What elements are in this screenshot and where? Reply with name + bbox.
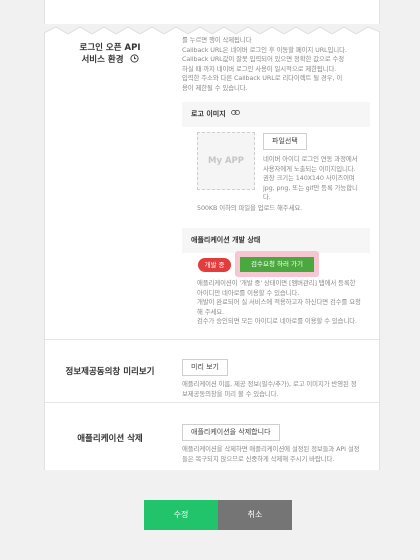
logo-section-header: 로고 이미지 — [182, 102, 370, 127]
delete-label: 애플리케이션 삭제 — [77, 434, 143, 444]
review-request-button[interactable]: 검수요청 하러 가기 — [240, 257, 314, 272]
login-api-label: 로그인 오픈 API 서비스 환경 — [79, 43, 141, 65]
status-section-header: 애플리케이션 개발 상태 — [182, 228, 370, 253]
torn-edge — [44, 24, 380, 35]
preview-body: 미리 보기 애플리케이션 이름, 제공 정보(필수/추가), 로고 이미지가 반… — [182, 354, 370, 399]
logo-size-limit: 500KB 이하의 파일을 업로드 해주세요. — [197, 204, 303, 212]
delete-row: 애플리케이션 삭제 애플리케이션을 삭제합니다 애플리케이션을 삭제하면 애플리… — [45, 402, 379, 470]
preview-description: 애플리케이션 이름, 제공 정보(필수/추가), 로고 이미지가 반영된 정 보… — [182, 380, 357, 398]
delete-description: 애플리케이션을 삭제하면 애플리케이션에 설정된 정보들과 API 설정 들은 … — [182, 445, 360, 463]
settings-card: 로그인 오픈 API 서비스 환경 를 누르면 행이 삭제됩니다 Callbac… — [44, 0, 380, 470]
file-select-button[interactable]: 파일선택 — [263, 133, 307, 150]
preview-label: 정보제공동의창 미리보기 — [65, 367, 155, 377]
cancel-button[interactable]: 취소 — [218, 500, 292, 530]
preview-button[interactable]: 미리 보기 — [182, 359, 228, 376]
login-api-row: 로그인 오픈 API 서비스 환경 를 누르면 행이 삭제됩니다 Callbac… — [45, 0, 379, 94]
logo-placeholder[interactable]: My APP — [197, 132, 255, 190]
save-button[interactable]: 수정 — [144, 500, 218, 530]
login-api-description: 를 누르면 행이 삭제됩니다 Callback URL은 네이버 로그인 후 이… — [182, 36, 347, 92]
link-icon — [231, 109, 240, 116]
delete-body: 애플리케이션을 삭제합니다 애플리케이션을 삭제하면 애플리케이션에 설정된 정… — [182, 419, 370, 464]
status-badge: 개발 중 — [198, 258, 231, 272]
clock-icon[interactable] — [129, 54, 139, 63]
preview-row: 정보제공동의창 미리보기 미리 보기 애플리케이션 이름, 제공 정보(필수/추… — [45, 339, 379, 403]
status-description: 애플리케이션이 '개발 중' 상태이면 [멤버관리] 탭에서 등록한 아이디만 … — [197, 279, 361, 326]
logo-description: 네이버 아이디 로그인 연동 과정에서 사용자에게 노출되는 이미지입니다. 권… — [263, 155, 358, 202]
delete-app-button[interactable]: 애플리케이션을 삭제합니다 — [182, 424, 280, 441]
